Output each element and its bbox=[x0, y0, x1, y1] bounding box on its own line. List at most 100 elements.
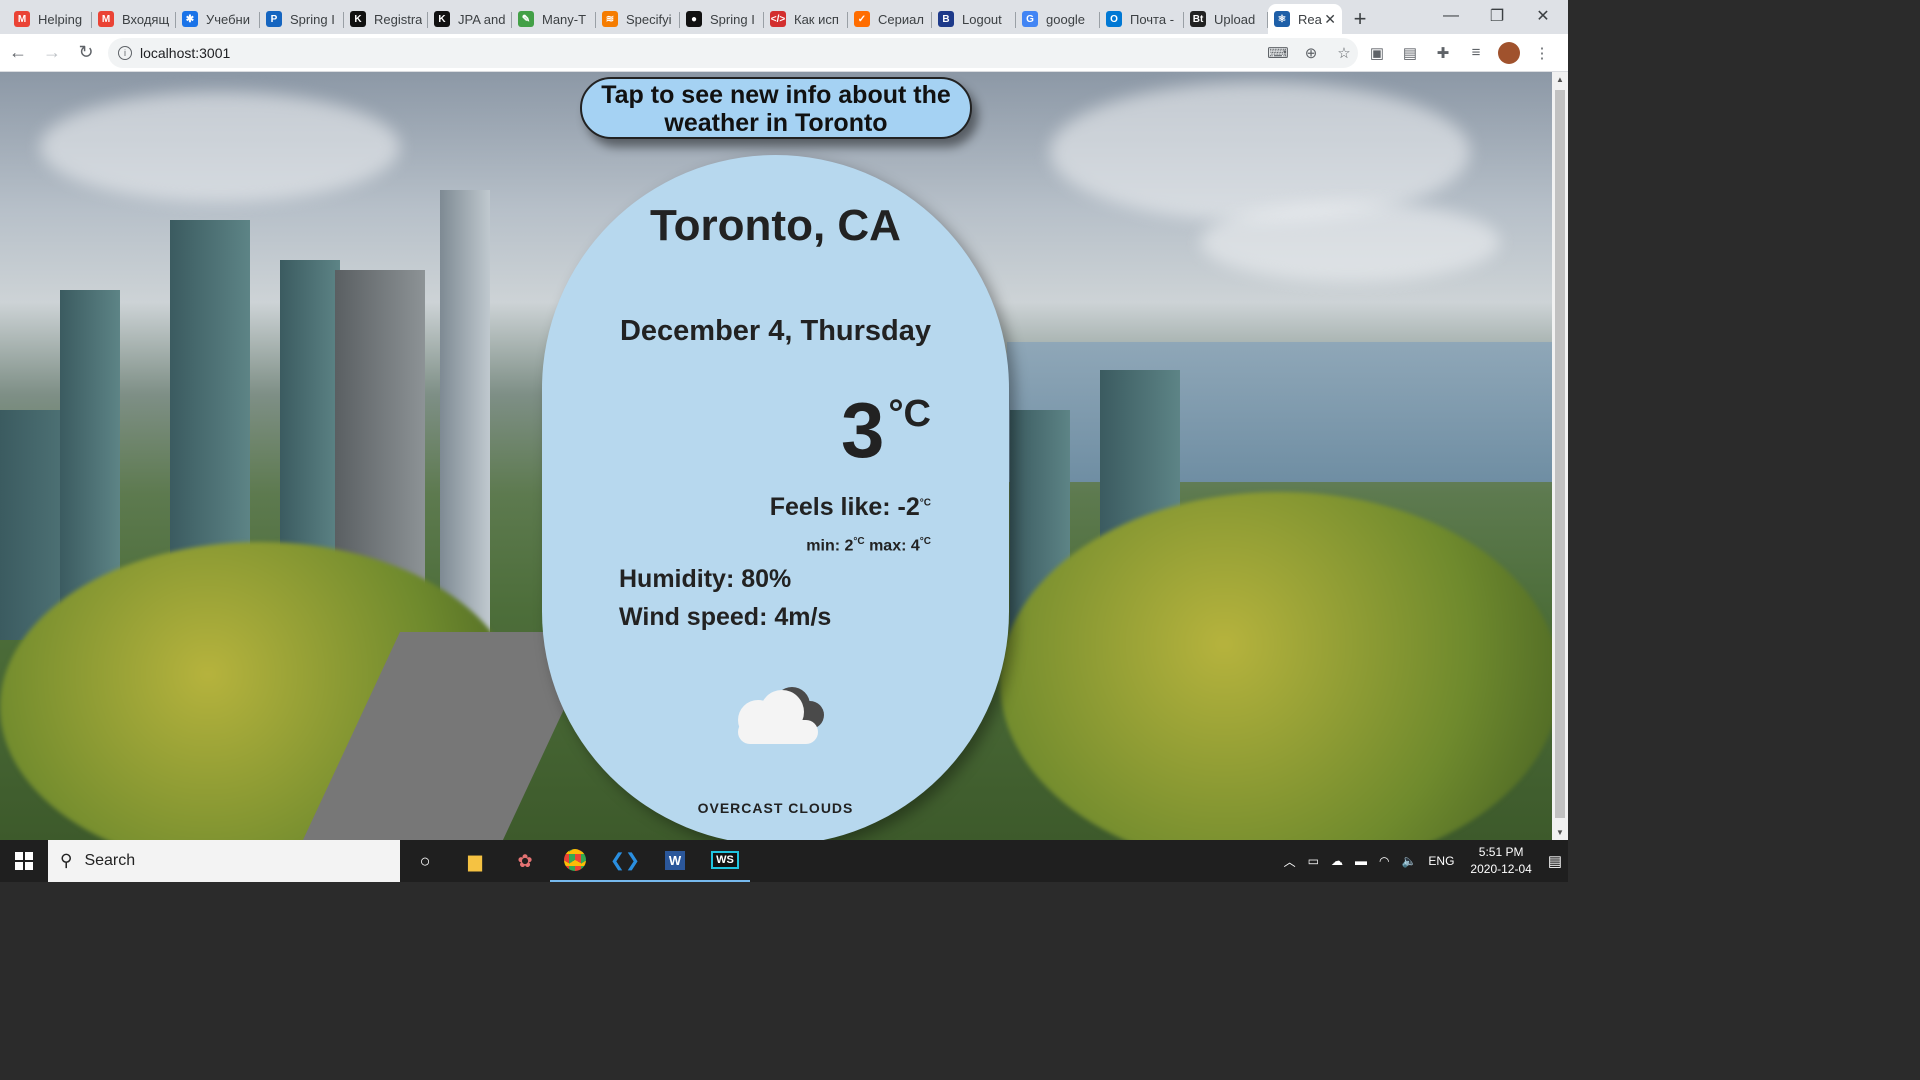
browser-tab[interactable]: ≋ Specifyi bbox=[596, 4, 680, 34]
feels-like-unit: °C bbox=[919, 497, 931, 509]
min-temp: min: 2 bbox=[806, 537, 854, 555]
battery-icon[interactable]: ▬ bbox=[1355, 854, 1367, 868]
min-temp-unit: °C bbox=[853, 536, 865, 547]
tray-chevron-icon[interactable]: ︿ bbox=[1284, 853, 1296, 870]
browser-tab[interactable]: M Входящ bbox=[92, 4, 176, 34]
max-temp-unit: °C bbox=[919, 536, 931, 547]
translate-icon[interactable]: ⌨ bbox=[1264, 39, 1292, 67]
notifications-icon[interactable]: ▤ bbox=[1548, 852, 1562, 870]
search-placeholder: Search bbox=[84, 852, 136, 869]
weather-card: Toronto, CA December 4, Thursday 3 °C Fee… bbox=[542, 155, 1009, 840]
feels-like: Feels like: -2°C bbox=[770, 493, 931, 522]
browser-toolbar: ← → ↻ i localhost:3001 ⌨ ⊕ ☆ ▣ ▤ ✚ ≡ ⋮ bbox=[0, 34, 1568, 72]
tab-list: M Helping M Входящ ✱ Учебни P Spring I K Registra… bbox=[8, 4, 1342, 34]
browser-tab[interactable]: K JPA and bbox=[428, 4, 512, 34]
browser-tab[interactable]: O Почта - bbox=[1100, 4, 1184, 34]
temperature: 3 °C bbox=[841, 385, 931, 476]
tab-favicon-icon: K bbox=[434, 11, 450, 27]
avatar[interactable] bbox=[1495, 39, 1523, 67]
tab-title: Many-T bbox=[542, 11, 587, 27]
react-icon: ⚛ bbox=[1274, 11, 1290, 27]
clock-date: 2020-12-04 bbox=[1470, 862, 1532, 876]
vertical-scrollbar[interactable]: ▲ ▼ bbox=[1552, 72, 1568, 840]
tab-title: Spring I bbox=[290, 11, 335, 27]
chrome-icon[interactable] bbox=[550, 840, 600, 882]
site-info-icon[interactable]: i bbox=[118, 45, 132, 60]
onedrive-icon[interactable]: ☁ bbox=[1331, 854, 1343, 868]
vscode-icon[interactable]: ❮❯ bbox=[600, 840, 650, 882]
forward-icon[interactable]: → bbox=[36, 37, 68, 69]
clock[interactable]: 5:51 PM 2020-12-04 bbox=[1470, 844, 1531, 878]
zoom-icon[interactable]: ⊕ bbox=[1297, 39, 1325, 67]
tab-title: google bbox=[1046, 11, 1086, 27]
new-tab-button[interactable]: + bbox=[1342, 4, 1378, 34]
word-icon[interactable]: W bbox=[650, 840, 700, 882]
scroll-up-icon[interactable]: ▲ bbox=[1556, 75, 1564, 84]
browser-tab-active[interactable]: ⚛ Rea ✕ bbox=[1268, 4, 1342, 34]
page-viewport: Tap to see new info about the weather in… bbox=[0, 72, 1552, 840]
menu-kebab-icon[interactable]: ⋮ bbox=[1528, 39, 1556, 67]
browser-tab[interactable]: K Registra bbox=[344, 4, 428, 34]
scroll-down-icon[interactable]: ▼ bbox=[1556, 828, 1564, 837]
back-icon[interactable]: ← bbox=[2, 37, 34, 69]
refresh-weather-button[interactable]: Tap to see new info about the weather in… bbox=[580, 77, 972, 139]
browser-tab[interactable]: Bt Upload bbox=[1184, 4, 1268, 34]
tab-title: Rea bbox=[1298, 11, 1322, 27]
max-temp: max: 4 bbox=[864, 537, 920, 555]
extension-icon[interactable]: ▤ bbox=[1396, 39, 1424, 67]
volume-icon[interactable]: 🔈 bbox=[1401, 854, 1416, 868]
language-indicator[interactable]: ENG bbox=[1428, 854, 1454, 868]
current-date: December 4, Thursday bbox=[619, 315, 932, 347]
browser-tab[interactable]: B Logout bbox=[932, 4, 1016, 34]
file-explorer-icon[interactable]: ▆ bbox=[450, 840, 500, 882]
tab-title: Registra bbox=[374, 11, 422, 27]
min-max-temperature: min: 2°C max: 4°C bbox=[806, 536, 931, 555]
browser-tab[interactable]: M Helping bbox=[8, 4, 92, 34]
paint-icon[interactable]: ✿ bbox=[500, 840, 550, 882]
browser-tab[interactable]: Ggoogle bbox=[1016, 4, 1100, 34]
taskbar-search-box[interactable]: ⚲ Search bbox=[48, 840, 400, 882]
tab-title: Upload bbox=[1214, 11, 1256, 27]
minimize-icon[interactable]: — bbox=[1428, 0, 1474, 32]
temperature-value: 3 bbox=[840, 386, 885, 474]
browser-tab[interactable]: ● Spring I bbox=[680, 4, 764, 34]
search-icon: ⚲ bbox=[60, 851, 73, 870]
tab-favicon-icon: ✓ bbox=[854, 11, 870, 27]
browser-tab[interactable]: ✎ Many-T bbox=[512, 4, 596, 34]
close-tab-icon[interactable]: ✕ bbox=[1324, 11, 1336, 28]
tab-favicon-icon: </> bbox=[770, 11, 786, 27]
device-icon[interactable]: ▭ bbox=[1308, 854, 1319, 868]
browser-tab[interactable]: ✱ Учебни bbox=[176, 4, 260, 34]
tab-title: Учебни bbox=[206, 11, 251, 27]
tab-title: Как исп bbox=[794, 11, 839, 27]
overcast-clouds-icon bbox=[738, 687, 824, 744]
browser-tab[interactable]: ✓ Сериал bbox=[848, 4, 932, 34]
webstorm-icon[interactable]: WS bbox=[700, 840, 750, 882]
wind-speed: Wind speed: 4m/s bbox=[619, 603, 832, 631]
tab-favicon-icon: M bbox=[98, 11, 114, 27]
close-window-icon[interactable]: ✕ bbox=[1520, 0, 1566, 32]
tab-title: Сериал bbox=[878, 11, 924, 27]
reload-icon[interactable]: ↻ bbox=[70, 37, 102, 69]
extensions-puzzle-icon[interactable]: ✚ bbox=[1429, 39, 1457, 67]
windows-start-icon[interactable] bbox=[0, 840, 48, 882]
extension-icon[interactable]: ▣ bbox=[1363, 39, 1391, 67]
tab-favicon-icon: P bbox=[266, 11, 282, 27]
windows-taskbar: ⚲ Search ○ ▆ ✿ ❮❯ W WS ︿ ▭ ☁ ▬ ◠ 🔈 ENG 5… bbox=[0, 840, 1568, 882]
url-text: localhost:3001 bbox=[140, 44, 231, 61]
temperature-unit: °C bbox=[888, 393, 931, 435]
browser-tab[interactable]: </> Как исп bbox=[764, 4, 848, 34]
wifi-icon[interactable]: ◠ bbox=[1379, 854, 1389, 868]
scrollbar-thumb[interactable] bbox=[1555, 90, 1565, 818]
tab-title: Почта - bbox=[1130, 11, 1175, 27]
task-view-icon[interactable]: ○ bbox=[400, 840, 450, 882]
browser-tab[interactable]: P Spring I bbox=[260, 4, 344, 34]
tab-title: Logout bbox=[962, 11, 1002, 27]
address-bar[interactable]: i localhost:3001 ⌨ ⊕ ☆ bbox=[108, 37, 1358, 68]
tab-favicon-icon: G bbox=[1022, 11, 1038, 27]
tab-favicon-icon: ≋ bbox=[602, 11, 618, 27]
reading-list-icon[interactable]: ≡ bbox=[1462, 39, 1490, 67]
tab-favicon-icon: B bbox=[938, 11, 954, 27]
maximize-icon[interactable]: ❐ bbox=[1474, 0, 1520, 32]
bookmark-star-icon[interactable]: ☆ bbox=[1330, 39, 1358, 67]
